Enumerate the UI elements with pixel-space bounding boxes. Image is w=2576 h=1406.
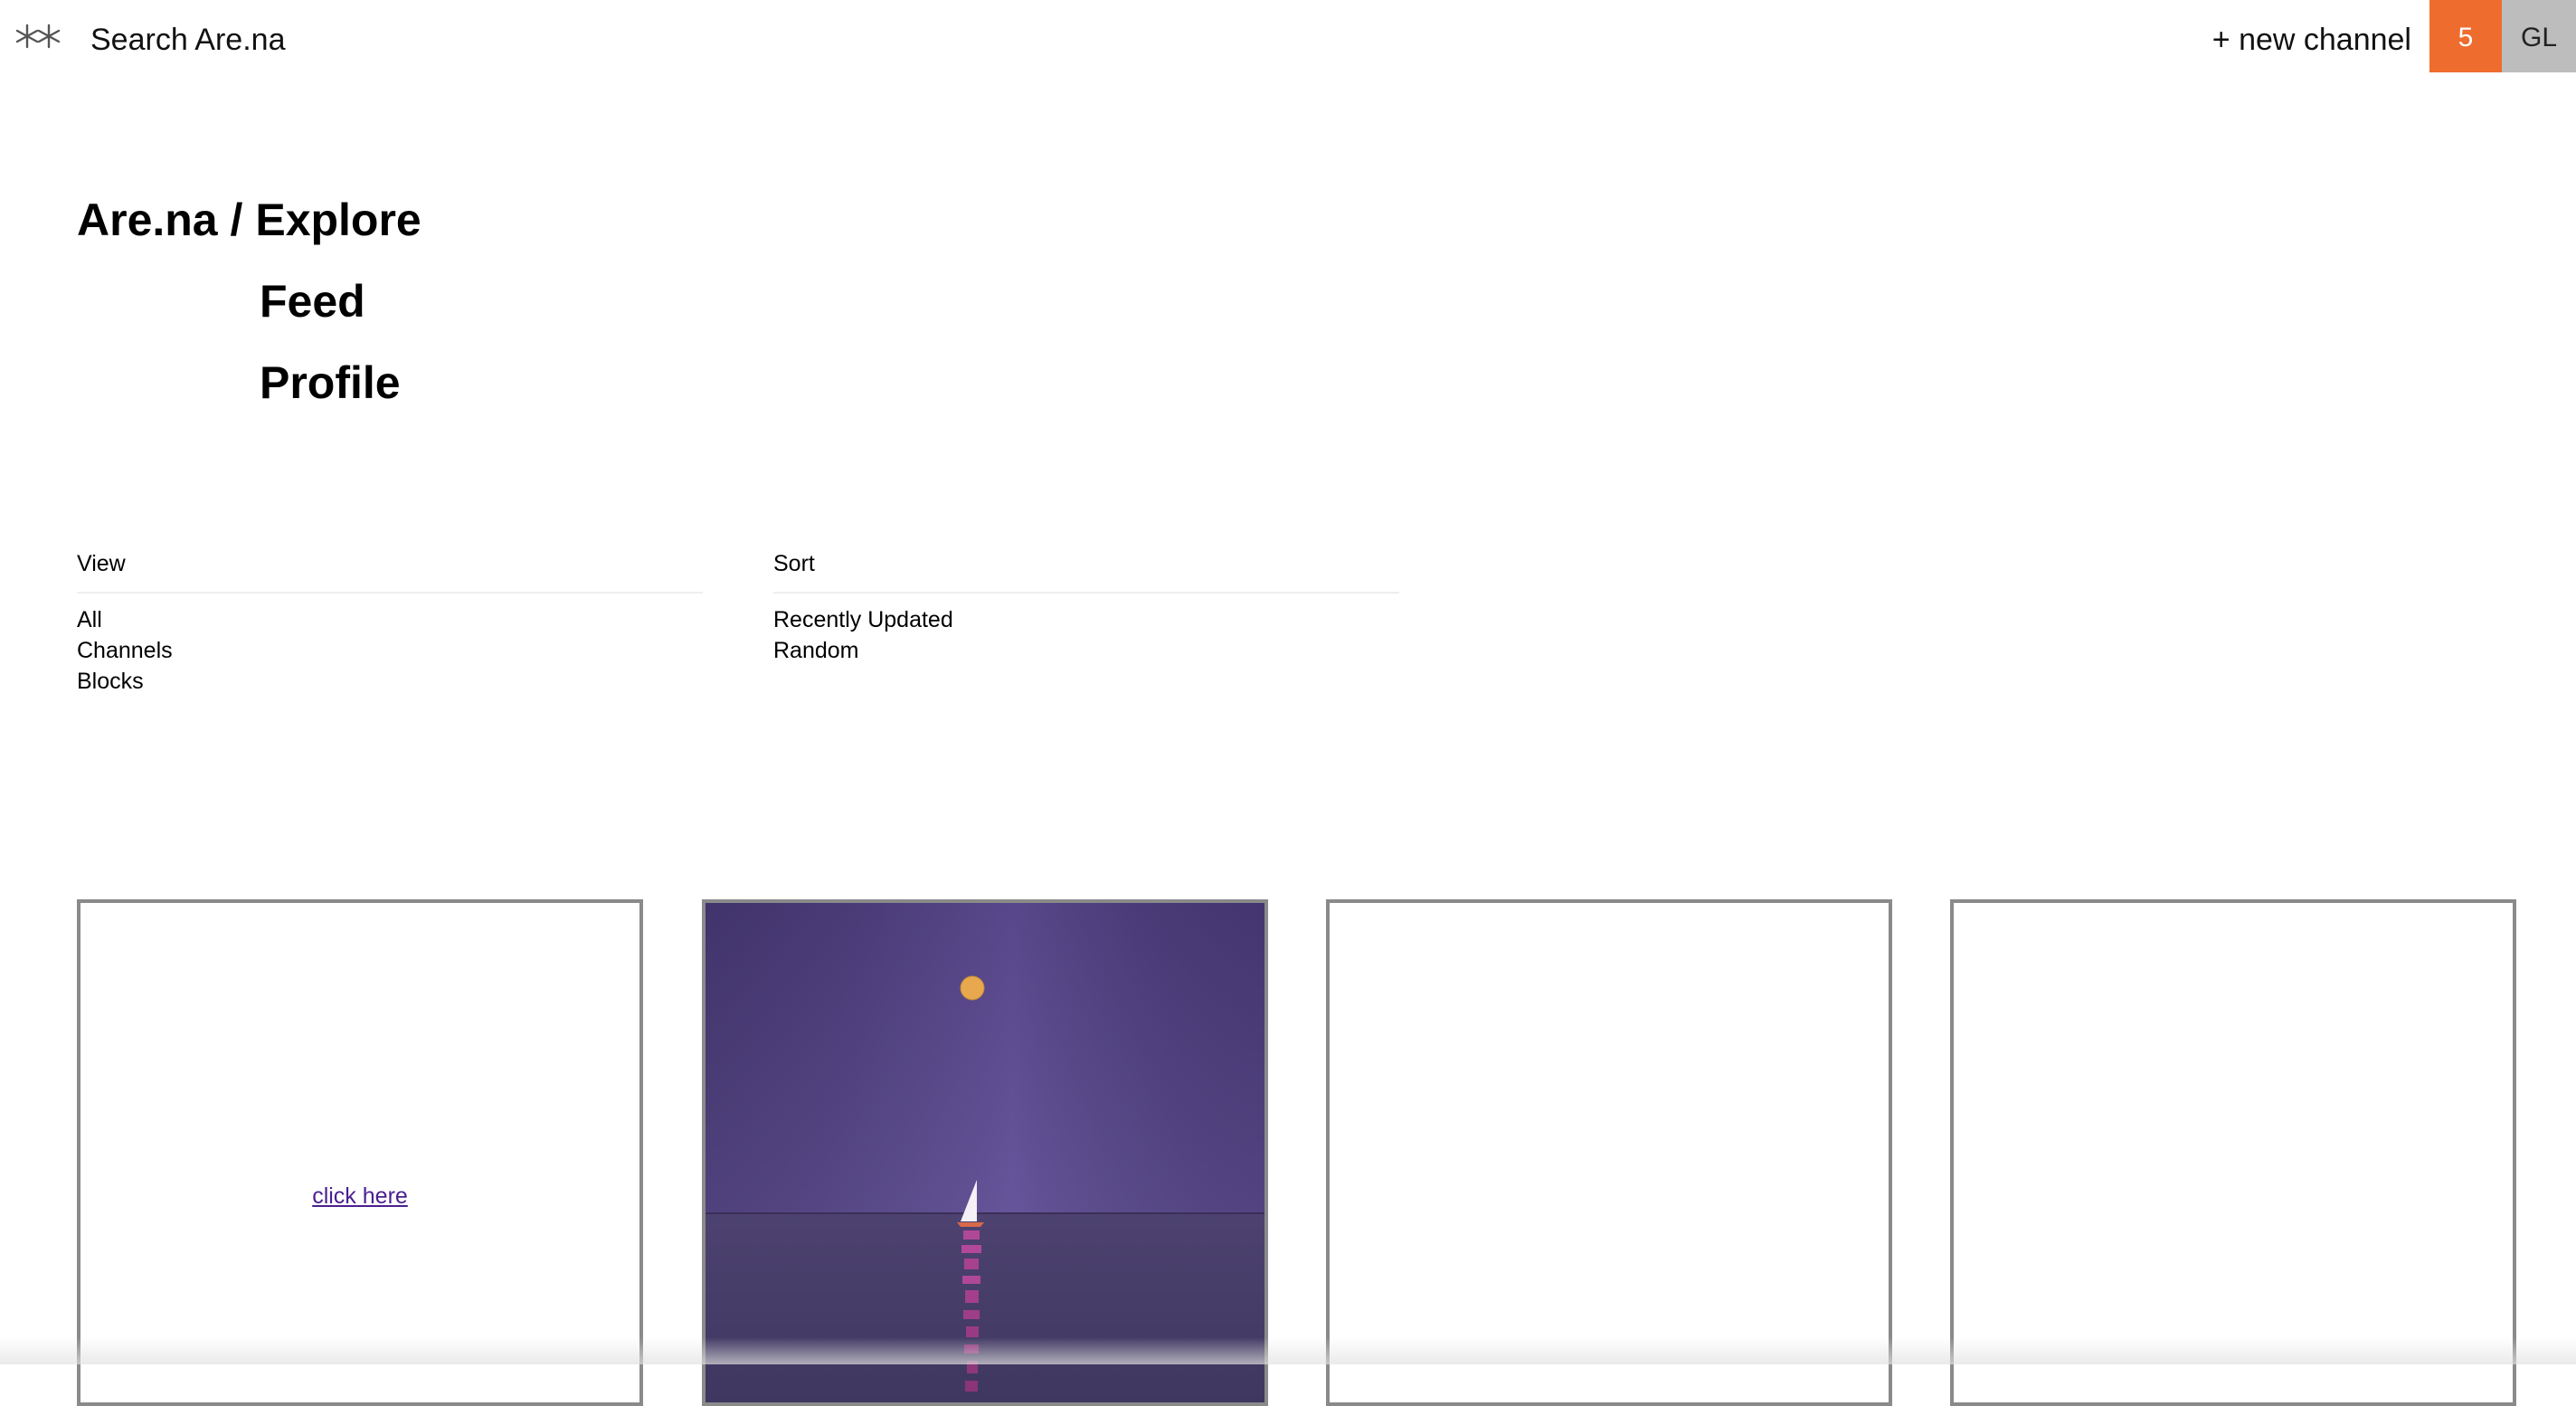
view-filter: View All Channels Blocks	[77, 546, 703, 697]
sort-filter: Sort Recently Updated Random	[773, 546, 1399, 666]
view-option-all[interactable]: All	[77, 604, 703, 635]
arena-logo-icon[interactable]	[15, 20, 61, 52]
block-card-link[interactable]: click here	[77, 899, 643, 1406]
sort-options: Recently Updated Random	[773, 604, 1399, 666]
nav-row-profile: Profile	[77, 351, 421, 432]
nav-row-feed: Feed	[77, 270, 421, 351]
sort-filter-title: Sort	[773, 546, 1399, 594]
sort-option-recently-updated[interactable]: Recently Updated	[773, 604, 1399, 635]
new-channel-button[interactable]: + new channel	[2212, 0, 2411, 80]
user-avatar[interactable]: GL	[2502, 0, 2576, 72]
sort-option-random[interactable]: Random	[773, 635, 1399, 666]
nav-profile[interactable]: Profile	[260, 357, 401, 408]
nav-explore[interactable]: Explore	[255, 195, 421, 245]
search-input[interactable]: Search Are.na	[90, 0, 285, 80]
notifications-badge[interactable]: 5	[2429, 0, 2502, 72]
home-link[interactable]: Are.na	[77, 195, 218, 245]
nav-feed[interactable]: Feed	[260, 276, 365, 327]
page-navigation: Are.na / Explore Feed Profile	[77, 188, 421, 432]
breadcrumb-separator: /	[230, 195, 243, 245]
view-option-channels[interactable]: Channels	[77, 635, 703, 666]
breadcrumb: Are.na / Explore	[77, 188, 421, 270]
block-card-image[interactable]	[702, 899, 1268, 1406]
top-bar: Search Are.na + new channel 5 GL	[0, 0, 2576, 72]
sailboat-moon-image	[706, 903, 1264, 1402]
block-card-empty[interactable]	[1326, 899, 1892, 1406]
view-options: All Channels Blocks	[77, 604, 703, 697]
block-link[interactable]: click here	[80, 1183, 639, 1210]
block-card-empty[interactable]	[1950, 899, 2516, 1406]
view-filter-title: View	[77, 546, 703, 594]
view-option-blocks[interactable]: Blocks	[77, 666, 703, 697]
